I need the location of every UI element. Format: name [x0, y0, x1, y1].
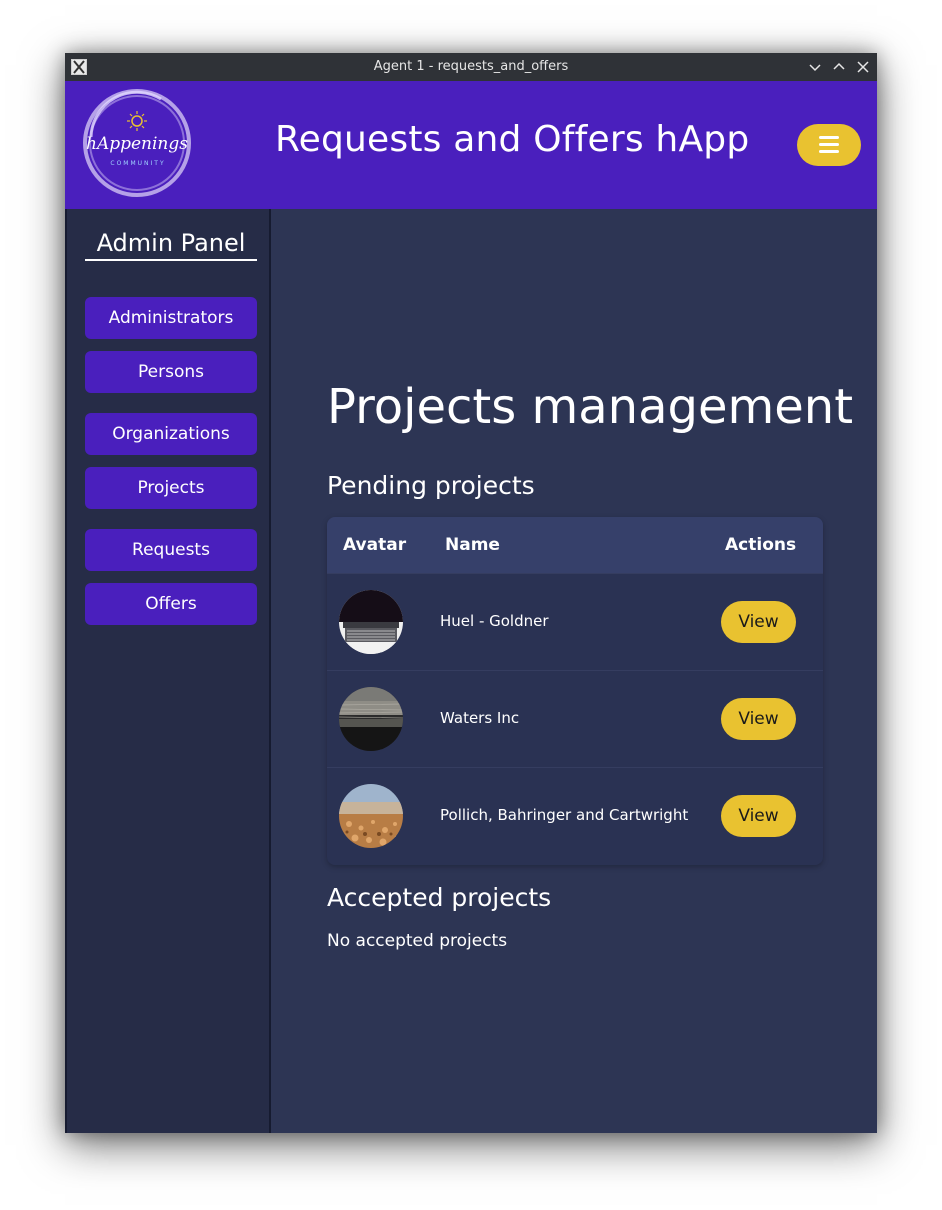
hamburger-menu-button[interactable]	[797, 124, 861, 166]
sidebar-item-requests[interactable]: Requests	[85, 529, 257, 571]
logo-wordmark: hAppenings	[86, 134, 188, 154]
project-avatar-laptop	[339, 590, 403, 654]
pending-projects-heading: Pending projects	[327, 471, 535, 500]
project-name: Pollich, Bahringer and Cartwright	[440, 806, 689, 824]
column-header-avatar: Avatar	[343, 535, 407, 555]
sidebar-item-organizations[interactable]: Organizations	[85, 413, 257, 455]
window-title: Agent 1 - requests_and_offers	[373, 59, 569, 74]
hamburger-icon	[819, 136, 839, 139]
app-title: Requests and Offers hApp	[275, 119, 750, 160]
column-header-actions: Actions	[725, 535, 797, 555]
pending-projects-table: Avatar Name Actions Huel - Goldner View …	[327, 517, 823, 865]
app-header: hAppenings COMMUNITY Requests and Offers…	[65, 81, 877, 209]
table-header: Avatar Name Actions	[327, 517, 823, 573]
view-project-button[interactable]: View	[721, 601, 796, 643]
project-avatar-landscape	[339, 687, 403, 751]
view-project-button[interactable]: View	[721, 795, 796, 837]
sidebar-item-administrators[interactable]: Administrators	[85, 297, 257, 339]
project-avatar-pebbles	[339, 784, 403, 848]
sidebar-item-projects[interactable]: Projects	[85, 467, 257, 509]
accepted-projects-empty-message: No accepted projects	[327, 931, 508, 951]
table-row: Waters Inc View	[327, 670, 823, 767]
sidebar-title: Admin Panel	[85, 229, 257, 261]
page-title: Projects management	[327, 379, 854, 435]
sidebar-item-offers[interactable]: Offers	[85, 583, 257, 625]
project-name: Waters Inc	[440, 709, 520, 727]
logo-subtext: COMMUNITY	[110, 160, 165, 167]
admin-sidebar: Admin Panel Administrators Persons Organ…	[65, 209, 271, 1133]
main-content: Projects management Pending projects Ava…	[271, 209, 877, 1133]
project-name: Huel - Goldner	[440, 612, 549, 630]
minimize-icon[interactable]	[807, 59, 823, 75]
window-titlebar: Agent 1 - requests_and_offers	[65, 53, 877, 81]
maximize-icon[interactable]	[831, 59, 847, 75]
accepted-projects-heading: Accepted projects	[327, 883, 552, 912]
view-project-button[interactable]: View	[721, 698, 796, 740]
table-row: Pollich, Bahringer and Cartwright View	[327, 767, 823, 864]
close-icon[interactable]	[855, 59, 871, 75]
column-header-name: Name	[445, 535, 500, 555]
sidebar-item-persons[interactable]: Persons	[85, 351, 257, 393]
table-row: Huel - Goldner View	[327, 573, 823, 670]
happenings-logo[interactable]: hAppenings COMMUNITY	[81, 87, 193, 199]
app-window: Agent 1 - requests_and_offers hAppenings…	[65, 53, 877, 1133]
